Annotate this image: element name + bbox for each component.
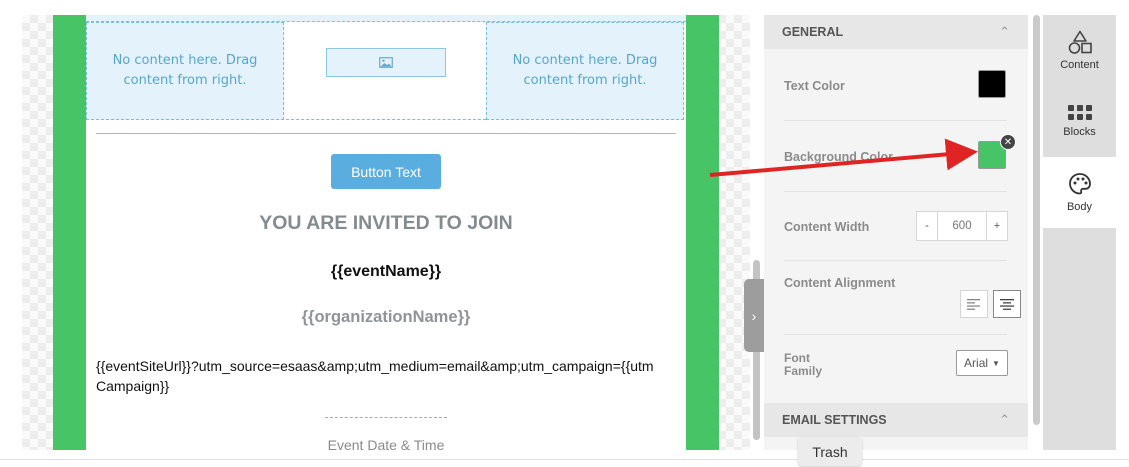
palette-icon bbox=[1068, 173, 1091, 195]
image-placeholder[interactable] bbox=[326, 48, 446, 77]
bottom-border bbox=[0, 459, 1129, 460]
tab-blocks-label: Blocks bbox=[1063, 126, 1096, 138]
top-row-edge bbox=[86, 15, 686, 22]
email-button[interactable]: Button Text bbox=[331, 154, 441, 189]
caret-down-icon: ▼ bbox=[992, 358, 1000, 368]
sidebar-tabs: Content Blocks Body bbox=[1043, 15, 1116, 450]
content-width-decrement[interactable]: - bbox=[917, 212, 937, 240]
content-width-label: Content Width bbox=[784, 220, 870, 234]
background-color-row bbox=[784, 191, 1007, 192]
content-width-stepper: - 600 + bbox=[916, 211, 1008, 241]
font-family-select[interactable]: Arial ▼ bbox=[956, 350, 1008, 376]
align-left-icon bbox=[967, 298, 980, 310]
panel-scrollbar[interactable] bbox=[1033, 15, 1040, 425]
event-name-text[interactable]: {{eventName}} bbox=[86, 263, 686, 281]
email-body: No content here. Drag content from right… bbox=[86, 15, 686, 453]
tab-body[interactable]: Body bbox=[1043, 157, 1116, 228]
grid-icon bbox=[1067, 105, 1092, 120]
divider bbox=[96, 133, 676, 134]
content-alignment-row bbox=[784, 334, 1007, 335]
empty-column-left-text: No content here. Drag content from right… bbox=[112, 53, 258, 88]
email-settings-section-title: EMAIL SETTINGS bbox=[782, 413, 887, 427]
content-alignment-label: Content Alignment bbox=[784, 276, 896, 290]
align-center-button[interactable] bbox=[993, 290, 1021, 318]
align-left-button[interactable] bbox=[960, 290, 988, 318]
dashed-divider bbox=[325, 417, 447, 418]
empty-column-right[interactable]: No content here. Drag content from right… bbox=[486, 22, 684, 120]
chevron-up-icon: ⌃ bbox=[999, 24, 1010, 39]
collapse-panel-button[interactable]: › bbox=[744, 279, 764, 352]
tab-content[interactable]: Content bbox=[1043, 15, 1116, 86]
content-width-increment[interactable]: + bbox=[987, 212, 1007, 240]
font-family-label-line1: Font bbox=[784, 351, 810, 365]
text-color-swatch[interactable] bbox=[978, 70, 1006, 98]
text-color-row bbox=[784, 120, 1007, 121]
chevron-right-icon: › bbox=[751, 307, 757, 324]
email-settings-section-header[interactable]: EMAIL SETTINGS ⌃ bbox=[764, 403, 1028, 437]
trash-drop-zone[interactable]: Trash bbox=[798, 437, 862, 466]
tab-content-label: Content bbox=[1060, 59, 1099, 71]
empty-column-right-text: No content here. Drag content from right… bbox=[512, 53, 658, 88]
organization-name-text[interactable]: {{organizationName}} bbox=[86, 308, 686, 327]
invite-heading[interactable]: YOU ARE INVITED TO JOIN bbox=[86, 212, 686, 235]
empty-column-left[interactable]: No content here. Drag content from right… bbox=[86, 22, 284, 120]
font-family-value: Arial bbox=[964, 356, 989, 370]
shapes-icon bbox=[1068, 30, 1092, 54]
background-color-label: Background Color bbox=[784, 150, 894, 164]
content-width-row bbox=[784, 260, 1007, 261]
align-center-icon bbox=[1000, 298, 1014, 310]
chevron-up-icon: ⌃ bbox=[999, 412, 1010, 427]
general-section-title: GENERAL bbox=[782, 25, 844, 39]
event-date-label[interactable]: Event Date & Time bbox=[86, 437, 686, 453]
settings-panel: GENERAL ⌃ Text Color Background Color ✕ … bbox=[764, 15, 1028, 450]
text-color-label: Text Color bbox=[784, 79, 845, 93]
image-icon bbox=[379, 57, 393, 68]
tab-body-label: Body bbox=[1066, 201, 1093, 213]
event-url-text[interactable]: {{eventSiteUrl}}?utm_source=esaas&amp;ut… bbox=[96, 356, 656, 396]
clear-color-icon[interactable]: ✕ bbox=[1000, 134, 1016, 150]
content-width-value[interactable]: 600 bbox=[937, 212, 987, 240]
font-family-label-line2: Family bbox=[784, 364, 823, 378]
tab-blocks[interactable]: Blocks bbox=[1043, 86, 1116, 157]
general-section-header[interactable]: GENERAL ⌃ bbox=[764, 15, 1028, 49]
